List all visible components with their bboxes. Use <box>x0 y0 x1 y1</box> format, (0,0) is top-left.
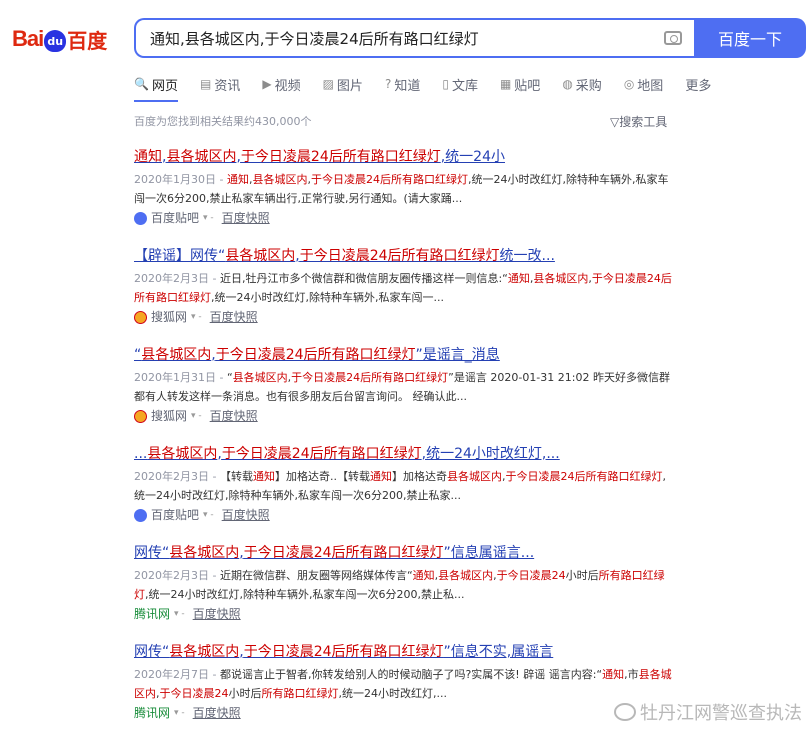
result-item: “县各城区内,于今日凌晨24后所有路口红绿灯”是谣言_消息 2020年1月31日 … <box>134 344 674 443</box>
result-title-link[interactable]: 【辟谣】网传“县各城区内,于今日凌晨24后所有路口红绿灯统一改... <box>134 245 674 267</box>
snapshot-link[interactable]: 百度快照 <box>193 605 241 623</box>
camera-icon[interactable] <box>664 31 682 45</box>
tab-icon: ▯ <box>442 77 449 91</box>
result-source: 百度贴吧 ▾ - 百度快照 <box>134 506 674 524</box>
result-abstract: 2020年1月31日 - “县各城区内,于今日凌晨24后所有路口红绿灯”是谣言 … <box>134 371 670 403</box>
tab-label: 文库 <box>451 78 478 94</box>
tieba-icon <box>134 508 147 522</box>
tab-label: 知道 <box>394 78 421 94</box>
tab-icon: ▦ <box>499 77 512 91</box>
paw-icon: du <box>44 30 67 52</box>
tab-label: 图片 <box>336 78 363 94</box>
tab-icon: 🔍 <box>134 77 149 91</box>
tab-3[interactable]: ▨ 图片 <box>323 70 363 98</box>
tab-9[interactable]: 更多 <box>685 70 711 98</box>
source-name[interactable]: 腾讯网 <box>134 605 170 623</box>
sohu-icon <box>134 409 147 423</box>
weibo-icon <box>614 703 636 721</box>
result-item: 通知,县各城区内,于今日凌晨24后所有路口红绿灯,统一24小 2020年1月30日… <box>134 146 674 245</box>
source-name[interactable]: 搜狐网 <box>151 407 187 425</box>
logo-latin: Bai <box>12 26 44 51</box>
search-input[interactable] <box>148 28 664 48</box>
tab-6[interactable]: ▦ 贴吧 <box>500 70 540 98</box>
result-abstract: 2020年2月3日 - 【转载通知】加格达奇..【转载通知】加格达奇县各城区内,… <box>134 470 666 502</box>
logo-chinese: 百度 <box>67 28 108 53</box>
tab-1[interactable]: ▤ 资讯 <box>200 70 240 98</box>
tab-7[interactable]: ◍ 采购 <box>562 70 602 98</box>
result-item: 网传“县各城区内,于今日凌晨24后所有路口红绿灯”信息属谣言... 2020年2月… <box>134 542 674 641</box>
snapshot-link[interactable]: 百度快照 <box>210 308 258 326</box>
source-name[interactable]: 腾讯网 <box>134 704 170 722</box>
snapshot-link[interactable]: 百度快照 <box>210 407 258 425</box>
tab-8[interactable]: ◎ 地图 <box>624 70 664 98</box>
result-title-link[interactable]: ...县各城区内,于今日凌晨24后所有路口红绿灯,统一24小时改红灯,... <box>134 443 674 465</box>
tab-label: 网页 <box>151 78 178 94</box>
tab-label: 资讯 <box>214 78 241 94</box>
chevron-down-icon[interactable]: ▾ - <box>191 407 202 425</box>
result-abstract: 2020年1月30日 - 通知,县各城区内,于今日凌晨24后所有路口红绿灯,统一… <box>134 173 669 205</box>
result-source: 搜狐网 ▾ - 百度快照 <box>134 308 674 326</box>
tab-label: 视频 <box>274 78 301 94</box>
result-source: 腾讯网 ▾ - 百度快照 <box>134 605 674 623</box>
snapshot-link[interactable]: 百度快照 <box>222 209 270 227</box>
result-title-link[interactable]: “县各城区内,于今日凌晨24后所有路口红绿灯”是谣言_消息 <box>134 344 674 366</box>
snapshot-link[interactable]: 百度快照 <box>222 506 270 524</box>
tab-4[interactable]: ? 知道 <box>385 70 420 98</box>
result-item: 【辟谣】网传“县各城区内,于今日凌晨24后所有路口红绿灯统一改... 2020年2… <box>134 245 674 344</box>
search-box <box>134 18 694 58</box>
result-title-link[interactable]: 通知,县各城区内,于今日凌晨24后所有路口红绿灯,统一24小 <box>134 146 674 168</box>
watermark: 牡丹江网警巡查执法 <box>614 699 802 725</box>
tab-icon: ◍ <box>562 77 573 91</box>
search-tabs: 🔍 网页 ▤ 资讯 ▶ 视频 ▨ 图片? 知道 ▯ 文库 ▦ 贴吧 ◍ 采购 ◎ 地图 更多 <box>134 70 810 102</box>
tab-label: 贴吧 <box>514 78 541 94</box>
sohu-icon <box>134 310 147 324</box>
search-tools-button[interactable]: ▽搜索工具 <box>610 113 667 130</box>
tab-icon: ▶ <box>262 77 272 91</box>
tab-icon: ? <box>384 77 392 91</box>
chevron-down-icon[interactable]: ▾ - <box>174 704 185 722</box>
results-list: 通知,县各城区内,于今日凌晨24后所有路口红绿灯,统一24小 2020年1月30日… <box>134 146 674 740</box>
search-bar: 百度一下 <box>134 18 806 58</box>
chevron-down-icon[interactable]: ▾ - <box>174 605 185 623</box>
tab-label: 采购 <box>575 78 602 94</box>
result-item: 网传“县各城区内,于今日凌晨24后所有路口红绿灯”信息不实,属谣言 2020年2月… <box>134 641 674 740</box>
tab-icon: ◎ <box>623 77 635 91</box>
result-source: 搜狐网 ▾ - 百度快照 <box>134 407 674 425</box>
source-name[interactable]: 百度贴吧 <box>151 506 199 524</box>
chevron-down-icon[interactable]: ▾ - <box>191 308 202 326</box>
baidu-logo[interactable]: Bai du 百度 <box>12 24 107 54</box>
tab-2[interactable]: ▶ 视频 <box>262 70 300 98</box>
search-button[interactable]: 百度一下 <box>694 18 806 58</box>
tab-0[interactable]: 🔍 网页 <box>134 70 178 102</box>
tieba-icon <box>134 211 147 225</box>
result-abstract: 2020年2月3日 - 近日,牡丹江市多个微信群和微信朋友圈传播这样一则信息:“… <box>134 272 672 304</box>
result-abstract: 2020年2月3日 - 近期在微信群、朋友圈等网络媒体传言“通知,县各城区内,于… <box>134 569 665 601</box>
result-count: 百度为您找到相关结果约430,000个 <box>134 115 312 128</box>
result-abstract: 2020年2月7日 - 都说谣言止于智者,你转发给别人的时候动脑子了吗?实属不该… <box>134 668 672 700</box>
snapshot-link[interactable]: 百度快照 <box>193 704 241 722</box>
result-source: 腾讯网 ▾ - 百度快照 <box>134 704 674 722</box>
result-source: 百度贴吧 ▾ - 百度快照 <box>134 209 674 227</box>
result-title-link[interactable]: 网传“县各城区内,于今日凌晨24后所有路口红绿灯”信息不实,属谣言 <box>134 641 674 663</box>
result-title-link[interactable]: 网传“县各城区内,于今日凌晨24后所有路口红绿灯”信息属谣言... <box>134 542 674 564</box>
tab-label: 更多 <box>685 78 712 94</box>
watermark-text: 牡丹江网警巡查执法 <box>640 703 802 724</box>
tab-label: 地图 <box>637 78 664 94</box>
source-name[interactable]: 百度贴吧 <box>151 209 199 227</box>
source-name[interactable]: 搜狐网 <box>151 308 187 326</box>
result-item: ...县各城区内,于今日凌晨24后所有路口红绿灯,统一24小时改红灯,... 20… <box>134 443 674 542</box>
tab-icon: ▨ <box>322 77 334 91</box>
tab-icon: ▤ <box>199 77 212 91</box>
chevron-down-icon[interactable]: ▾ - <box>203 209 214 227</box>
chevron-down-icon[interactable]: ▾ - <box>203 506 214 524</box>
tab-5[interactable]: ▯ 文库 <box>442 70 478 98</box>
